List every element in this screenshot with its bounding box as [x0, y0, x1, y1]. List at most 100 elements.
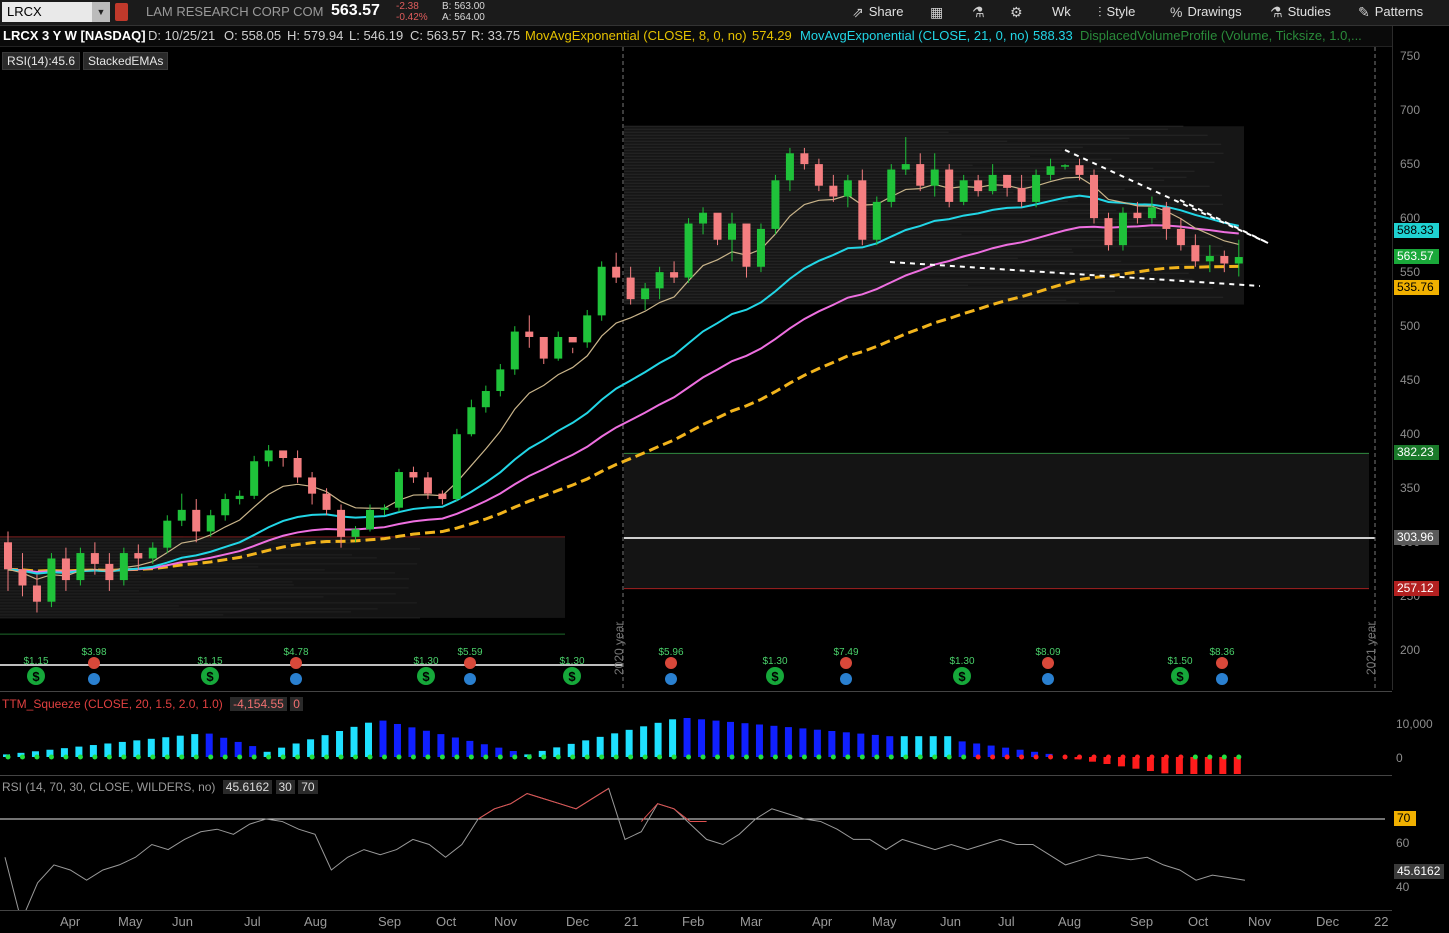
squeeze-bar	[350, 726, 358, 757]
squeeze-dot	[1062, 754, 1068, 760]
squeeze-bar	[669, 719, 677, 757]
squeeze-dot	[295, 754, 301, 760]
squeeze-dot	[251, 754, 257, 760]
ema21-value: 588.33	[1033, 28, 1073, 43]
candle-down	[61, 558, 70, 581]
event-label: $1.30	[559, 656, 584, 667]
ema21-label[interactable]: MovAvgExponential (CLOSE, 21, 0, no)	[800, 26, 1029, 46]
studies-button[interactable]: ⚗ Studies	[1270, 3, 1331, 21]
dividend-icon-glyph: $	[422, 669, 430, 684]
ema8-label[interactable]: MovAvgExponential (CLOSE, 8, 0, no)	[525, 26, 747, 46]
squeeze-dot	[179, 754, 185, 760]
time-axis-divider	[0, 910, 1392, 911]
rsi-chart[interactable]	[0, 776, 1392, 910]
squeeze-dot	[1004, 754, 1010, 760]
squeeze-dot	[570, 754, 576, 760]
squeeze-dot	[497, 754, 503, 760]
squeeze-dot	[77, 754, 83, 760]
squeeze-dot	[454, 754, 460, 760]
squeeze-dot	[48, 754, 54, 760]
candle-up	[351, 529, 360, 537]
squeeze-bar	[596, 736, 604, 757]
squeeze-chart[interactable]	[0, 692, 1392, 774]
candle-up	[394, 472, 403, 508]
ema8-value: 574.29	[752, 28, 792, 43]
squeeze-bar	[683, 718, 691, 757]
time-axis-label: Aug	[1058, 914, 1082, 929]
dividend-icon-glyph: $	[206, 669, 214, 684]
candle-up	[684, 223, 693, 278]
flask-icon: ⚗	[972, 4, 985, 20]
squeeze-bar	[857, 733, 865, 757]
style-button[interactable]: ⫶ Style	[1098, 3, 1135, 21]
time-axis-label: Dec	[1316, 914, 1340, 929]
squeeze-dot	[512, 754, 518, 760]
candle-down	[525, 331, 534, 337]
candle-up	[235, 495, 244, 500]
studies-label: Studies	[1287, 4, 1331, 19]
squeeze-bar	[451, 737, 459, 757]
squeeze-dot	[1236, 754, 1242, 760]
squeeze-dot	[208, 754, 214, 760]
price-tick: 750	[1400, 49, 1421, 64]
bar-range: R: 33.75	[471, 28, 521, 43]
squeeze-bar	[1190, 757, 1198, 774]
style-label: Style	[1106, 4, 1136, 19]
squeeze-dot	[164, 754, 170, 760]
dvp-label[interactable]: DisplacedVolumeProfile (Volume, Ticksize…	[1080, 26, 1362, 46]
earnings-bulb-icon	[464, 673, 476, 685]
dividend-icon-glyph: $	[771, 669, 779, 684]
time-axis-label: Nov	[1248, 914, 1272, 929]
time-axis-label: Oct	[1188, 914, 1209, 929]
squeeze-dot	[816, 754, 822, 760]
squeeze-bar	[640, 726, 648, 757]
earnings-icon	[1042, 657, 1054, 669]
flag-icon[interactable]	[115, 3, 128, 21]
squeeze-bar	[611, 733, 619, 757]
squeeze-bar	[147, 738, 155, 757]
patterns-button[interactable]: ✎ Patterns	[1358, 3, 1423, 21]
candle-down	[1104, 218, 1113, 246]
share-button[interactable]: ⇗ Share	[852, 3, 903, 21]
squeeze-dot	[1048, 754, 1054, 760]
drawings-button[interactable]: % Drawings	[1170, 3, 1242, 21]
settings-button[interactable]: ⚙	[1010, 3, 1023, 21]
squeeze-bar	[437, 734, 445, 757]
candle-up	[510, 331, 519, 370]
price-tick: 200	[1400, 643, 1421, 658]
candle-down	[1191, 245, 1200, 262]
squeeze-bar	[654, 722, 662, 757]
squeeze-dot	[1134, 754, 1140, 760]
event-label: $1.50	[1167, 656, 1192, 667]
bid-price: B: 563.00	[442, 1, 485, 12]
earnings-icon	[88, 657, 100, 669]
squeeze-dot	[657, 754, 663, 760]
bar-date: D: 10/25/21	[148, 28, 216, 43]
squeeze-dot	[425, 754, 431, 760]
candle-down	[858, 180, 867, 240]
squeeze-bar	[828, 731, 836, 757]
squeeze-dot	[410, 754, 416, 760]
squeeze-dot	[135, 754, 141, 760]
price-tick: 400	[1400, 427, 1421, 442]
candle-down	[1017, 187, 1026, 202]
candle-up	[1234, 257, 1243, 264]
calendar-button[interactable]: ▦	[930, 3, 943, 21]
candle-down	[829, 185, 838, 197]
candle-down	[1133, 212, 1142, 219]
candle-down	[945, 169, 954, 202]
squeeze-dot	[584, 754, 590, 760]
price-badge: 382.23	[1394, 445, 1439, 461]
price-chart[interactable]: $ $1.15 $3.98 $ $1.15 $4.78 $ $1.30 $5.59 $ $1.30 $…	[0, 47, 1392, 690]
aggregation-button[interactable]: Wk	[1052, 3, 1071, 21]
time-axis-label: Apr	[60, 914, 81, 929]
chevron-down-icon[interactable]: ▼	[92, 2, 110, 22]
event-label: $1.15	[23, 656, 48, 667]
bar-low: L: 546.19	[349, 28, 404, 43]
flask-button[interactable]: ⚗	[972, 3, 985, 21]
squeeze-dot	[642, 754, 648, 760]
event-label: $1.30	[413, 656, 438, 667]
squeeze-dot	[439, 754, 445, 760]
patterns-icon: ✎	[1358, 4, 1370, 20]
candle-down	[1162, 207, 1171, 229]
